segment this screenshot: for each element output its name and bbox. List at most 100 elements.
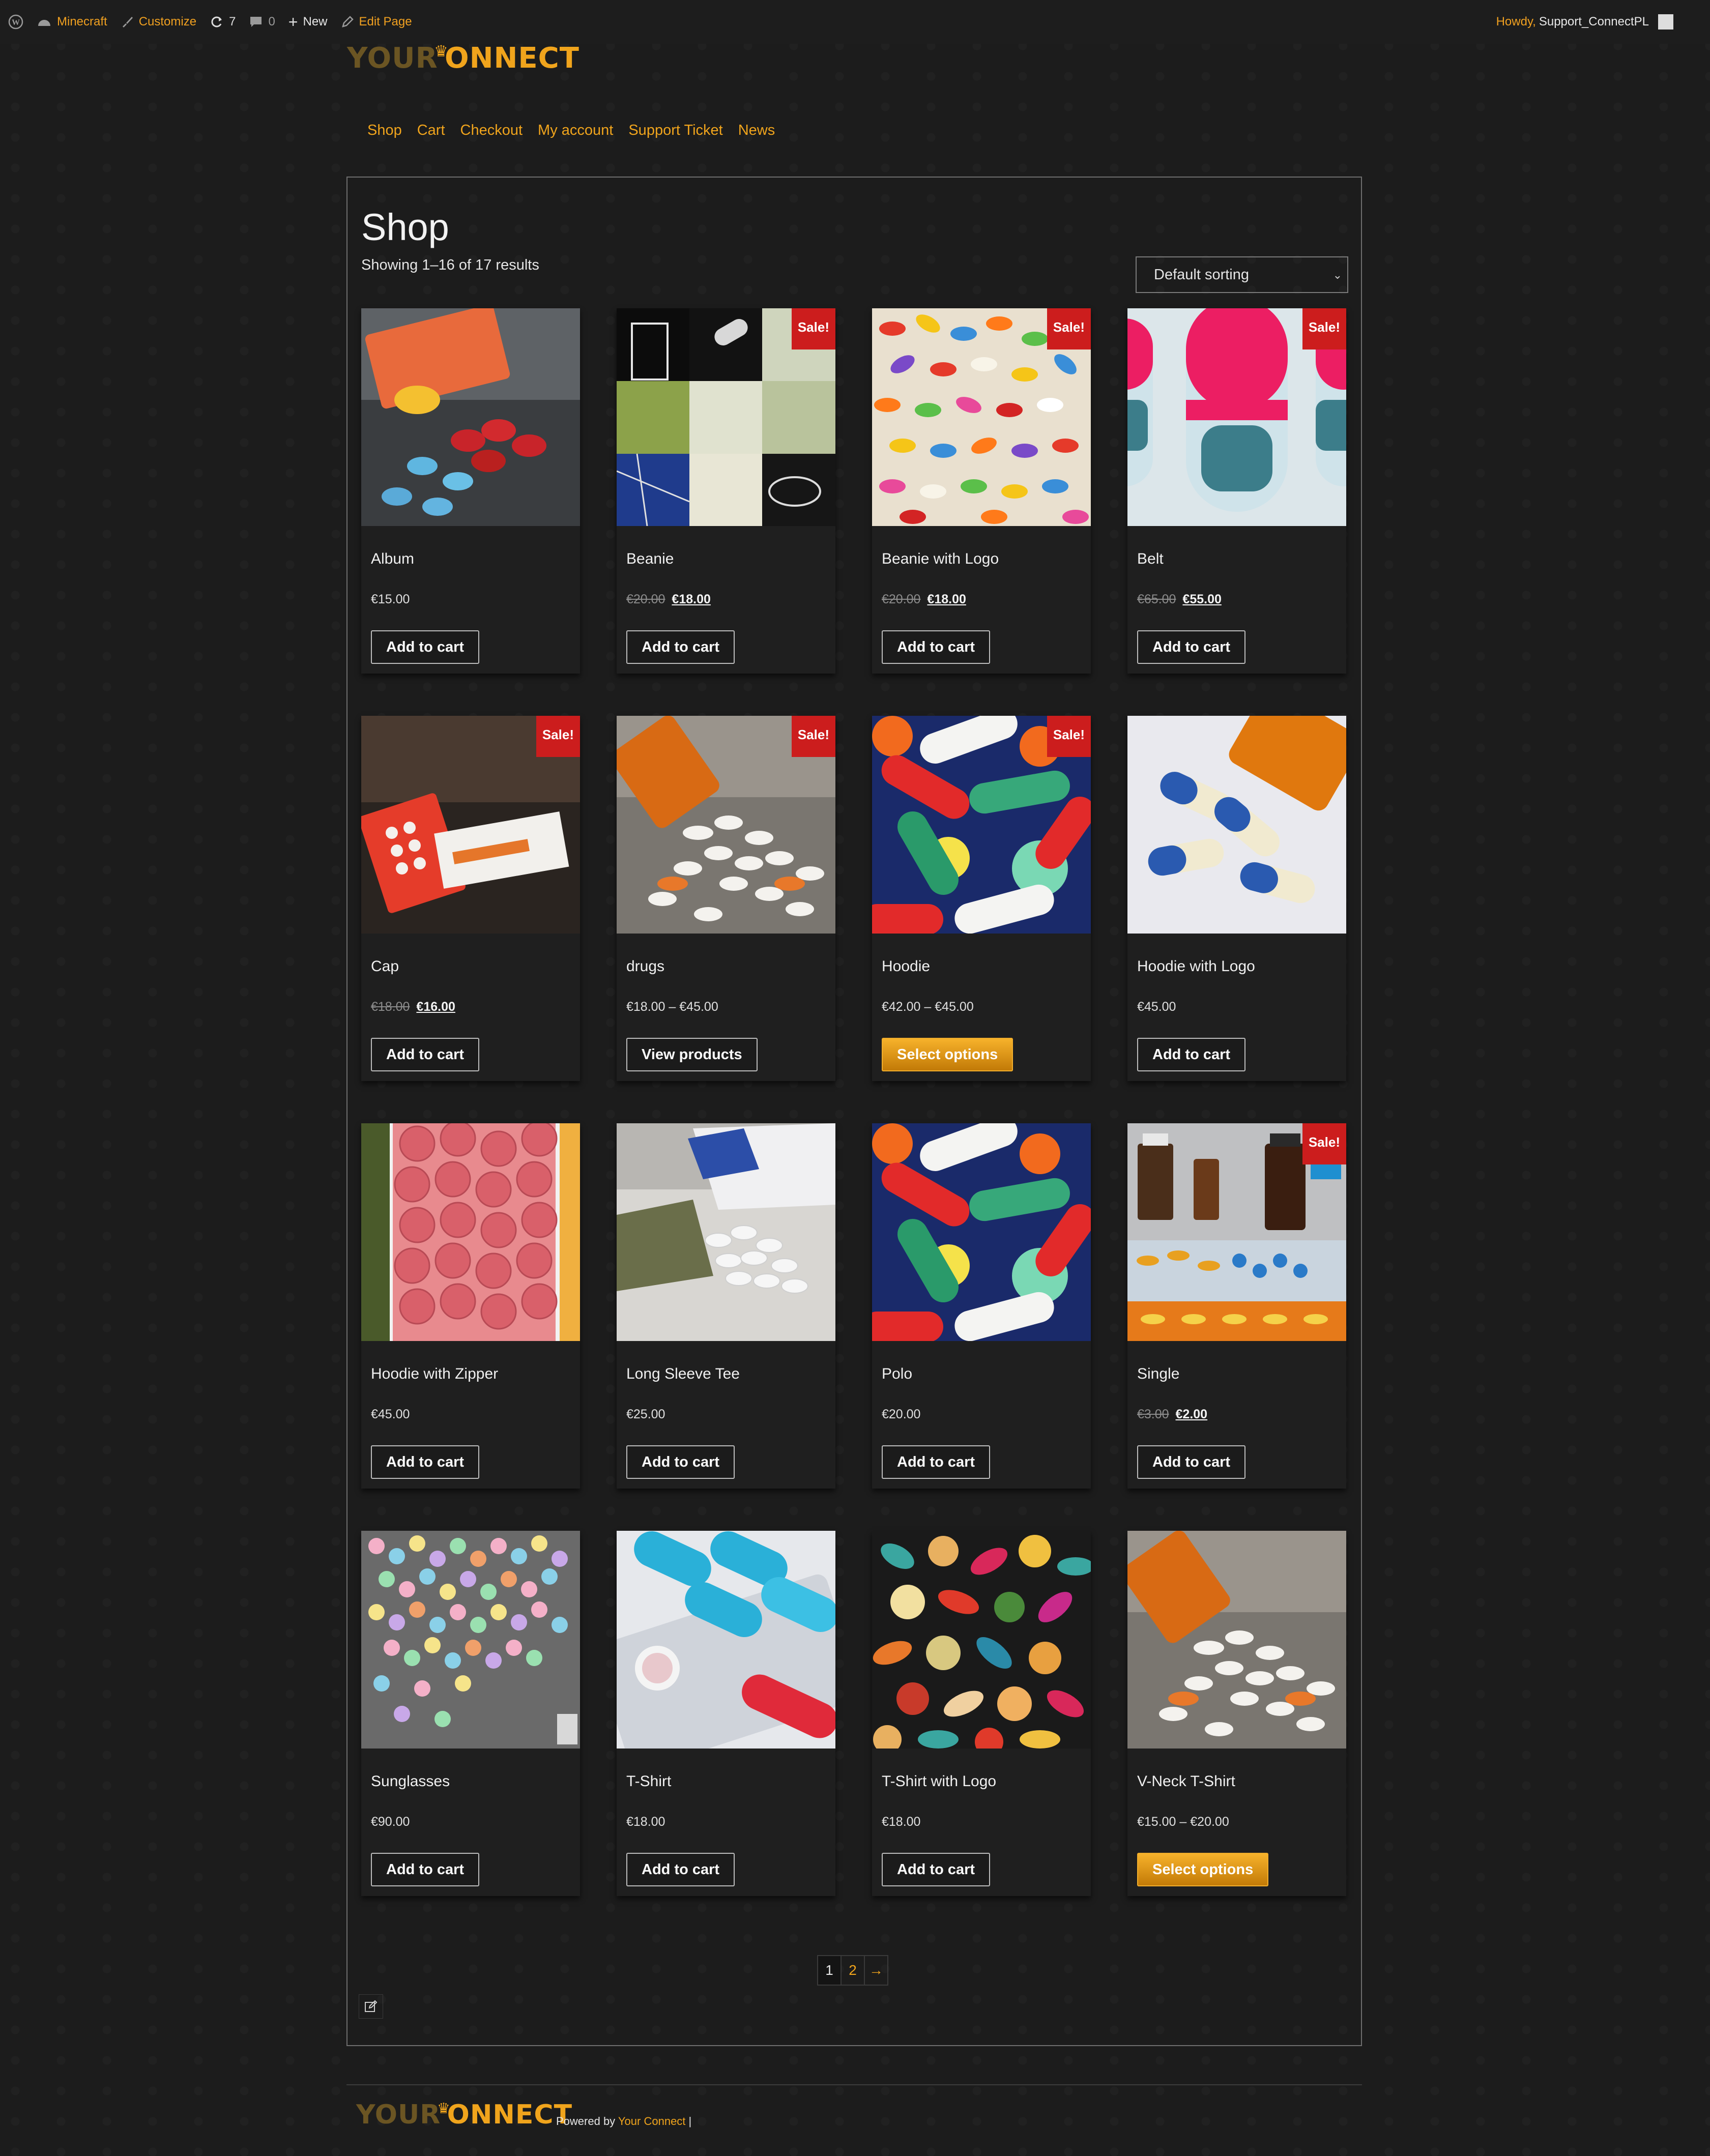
sale-badge: Sale! bbox=[1302, 308, 1346, 349]
product-title[interactable]: Sunglasses bbox=[371, 1773, 450, 1790]
select-options-button[interactable]: Select options bbox=[1137, 1853, 1269, 1886]
footer-logo-part-your: YOUR bbox=[356, 2100, 441, 2130]
product-title[interactable]: Single bbox=[1137, 1365, 1179, 1383]
product-image[interactable] bbox=[1127, 716, 1346, 934]
product-title[interactable]: Hoodie with Zipper bbox=[371, 1365, 498, 1383]
page-title: Shop bbox=[361, 206, 449, 248]
add-to-cart-button[interactable]: Add to cart bbox=[626, 1445, 735, 1479]
product-image[interactable] bbox=[1127, 1531, 1346, 1749]
product-card-cap: Sale! Cap €18.00 €16.00 Add to cart bbox=[361, 716, 580, 1081]
product-image[interactable] bbox=[872, 1531, 1091, 1749]
product-image[interactable] bbox=[617, 1531, 835, 1749]
edit-page-label: Edit Page bbox=[359, 15, 412, 28]
product-card-sunglasses: Sunglasses €90.00 Add to cart bbox=[361, 1531, 580, 1896]
product-image[interactable] bbox=[361, 308, 580, 526]
edit-page-button[interactable] bbox=[359, 1994, 383, 2019]
product-price: €20.00 €18.00 bbox=[882, 592, 966, 606]
site-logo[interactable]: YOUR ♛ ONNECT bbox=[347, 42, 579, 75]
page-2-link[interactable]: 2 bbox=[840, 1955, 865, 1986]
product-title[interactable]: T-Shirt bbox=[626, 1773, 671, 1790]
howdy-text: Howdy, bbox=[1496, 15, 1536, 28]
svg-text:W: W bbox=[12, 18, 20, 27]
product-title[interactable]: Cap bbox=[371, 958, 399, 975]
sale-badge: Sale! bbox=[1302, 1123, 1346, 1164]
footer-logo[interactable]: YOUR ♛ ONNECT bbox=[356, 2100, 572, 2130]
comments-link[interactable]: 0 bbox=[249, 15, 275, 29]
product-image[interactable] bbox=[361, 1531, 580, 1749]
product-price: €3.00 €2.00 bbox=[1137, 1407, 1208, 1421]
product-image[interactable]: Sale! bbox=[1127, 308, 1346, 526]
paintbrush-icon bbox=[122, 17, 133, 27]
product-image[interactable]: Sale! bbox=[872, 716, 1091, 934]
next-page-arrow-icon[interactable]: → bbox=[864, 1955, 888, 1986]
product-title[interactable]: Hoodie bbox=[882, 958, 930, 975]
product-price: €90.00 bbox=[371, 1815, 410, 1829]
add-to-cart-button[interactable]: Add to cart bbox=[1137, 1038, 1246, 1071]
product-card-long-sleeve-tee: Long Sleeve Tee €25.00 Add to cart bbox=[617, 1123, 835, 1489]
product-card-single: Sale! Single €3.00 €2.00 Add to cart bbox=[1127, 1123, 1346, 1489]
wordpress-logo-icon[interactable]: W bbox=[8, 14, 23, 30]
add-to-cart-button[interactable]: Add to cart bbox=[882, 630, 991, 664]
new-content-link[interactable]: + New bbox=[288, 13, 328, 32]
site-name-link[interactable]: Minecraft bbox=[37, 15, 107, 29]
account-menu[interactable]: Howdy, Support_ConnectPL bbox=[1496, 0, 1673, 44]
nav-my-account[interactable]: My account bbox=[538, 122, 613, 139]
product-card-hoodie-with-zipper: Hoodie with Zipper €45.00 Add to cart bbox=[361, 1123, 580, 1489]
product-title[interactable]: Polo bbox=[882, 1365, 912, 1383]
site-name-label: Minecraft bbox=[57, 15, 107, 28]
dashboard-icon bbox=[38, 20, 50, 26]
product-image[interactable]: Sale! bbox=[1127, 1123, 1346, 1341]
add-to-cart-button[interactable]: Add to cart bbox=[1137, 1445, 1246, 1479]
nav-support-ticket[interactable]: Support Ticket bbox=[628, 122, 722, 139]
product-title[interactable]: Belt bbox=[1137, 550, 1164, 568]
username-text: Support_ConnectPL bbox=[1539, 15, 1649, 28]
sale-badge: Sale! bbox=[791, 716, 835, 757]
product-image[interactable] bbox=[617, 1123, 835, 1341]
logo-part-connect: ONNECT bbox=[445, 42, 579, 75]
footer-site-link[interactable]: Your Connect bbox=[618, 2115, 686, 2128]
product-title[interactable]: Long Sleeve Tee bbox=[626, 1365, 740, 1383]
sorting-select[interactable]: Default sorting ⌄ bbox=[1136, 256, 1348, 293]
view-products-button[interactable]: View products bbox=[626, 1038, 758, 1071]
product-title[interactable]: Album bbox=[371, 550, 414, 568]
add-to-cart-button[interactable]: Add to cart bbox=[371, 1445, 480, 1479]
add-to-cart-button[interactable]: Add to cart bbox=[626, 630, 735, 664]
product-title[interactable]: Beanie bbox=[626, 550, 674, 568]
product-title[interactable]: drugs bbox=[626, 958, 664, 975]
powered-by-text: Powered by bbox=[556, 2115, 616, 2128]
product-price: €15.00 – €20.00 bbox=[1137, 1815, 1229, 1829]
nav-shop[interactable]: Shop bbox=[367, 122, 402, 139]
customize-link[interactable]: Customize bbox=[121, 15, 196, 29]
nav-news[interactable]: News bbox=[738, 122, 775, 139]
product-title[interactable]: V-Neck T-Shirt bbox=[1137, 1773, 1235, 1790]
add-to-cart-button[interactable]: Add to cart bbox=[371, 1853, 480, 1886]
product-image[interactable] bbox=[872, 1123, 1091, 1341]
edit-page-link[interactable]: Edit Page bbox=[341, 15, 412, 29]
product-price: €18.00 bbox=[882, 1815, 921, 1829]
product-image[interactable]: Sale! bbox=[617, 716, 835, 934]
add-to-cart-button[interactable]: Add to cart bbox=[371, 1038, 480, 1071]
comments-count: 0 bbox=[268, 15, 275, 28]
product-image[interactable]: Sale! bbox=[872, 308, 1091, 526]
nav-checkout[interactable]: Checkout bbox=[460, 122, 523, 139]
product-title[interactable]: Beanie with Logo bbox=[882, 550, 999, 568]
sale-badge: Sale! bbox=[536, 716, 580, 757]
add-to-cart-button[interactable]: Add to cart bbox=[626, 1853, 735, 1886]
add-to-cart-button[interactable]: Add to cart bbox=[371, 630, 480, 664]
product-title[interactable]: Hoodie with Logo bbox=[1137, 958, 1255, 975]
product-image[interactable]: Sale! bbox=[617, 308, 835, 526]
nav-cart[interactable]: Cart bbox=[417, 122, 445, 139]
add-to-cart-button[interactable]: Add to cart bbox=[882, 1445, 991, 1479]
select-options-button[interactable]: Select options bbox=[882, 1038, 1013, 1071]
product-image[interactable]: Sale! bbox=[361, 716, 580, 934]
avatar bbox=[1658, 14, 1673, 30]
product-image[interactable] bbox=[361, 1123, 580, 1341]
add-to-cart-button[interactable]: Add to cart bbox=[1137, 630, 1246, 664]
product-title[interactable]: T-Shirt with Logo bbox=[882, 1773, 996, 1790]
crown-icon: ♛ bbox=[437, 2100, 451, 2117]
product-card-hoodie: Sale! Hoodie €42.00 – €45.00 Select opti… bbox=[872, 716, 1091, 1081]
updates-link[interactable]: 7 bbox=[210, 15, 236, 29]
product-card-polo: Polo €20.00 Add to cart bbox=[872, 1123, 1091, 1489]
product-card-album: Album €15.00 Add to cart bbox=[361, 308, 580, 674]
add-to-cart-button[interactable]: Add to cart bbox=[882, 1853, 991, 1886]
